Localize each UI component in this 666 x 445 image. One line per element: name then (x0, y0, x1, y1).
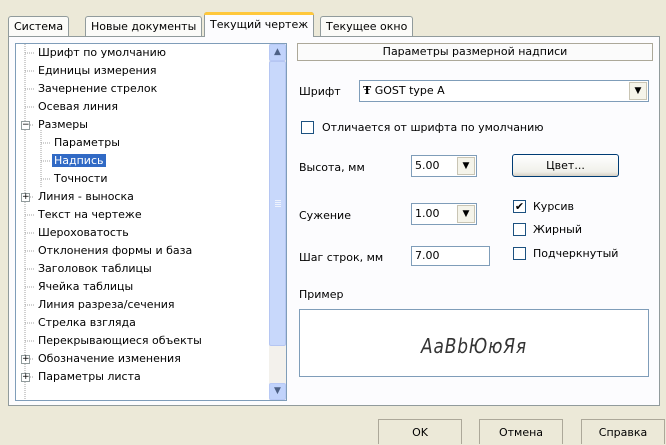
differs-label: Отличается от шрифта по умолчанию (322, 121, 544, 134)
tree-item-label: Перекрывающиеся объекты (38, 334, 202, 347)
line-step-label: Шаг строк, мм (299, 251, 384, 264)
tab-current-drawing[interactable]: Текущий чертеж (204, 12, 315, 37)
tab-new-documents[interactable]: Новые документы (85, 16, 203, 36)
grip-line (275, 204, 281, 205)
sample-label: Пример (299, 288, 344, 301)
tab-current-window[interactable]: Текущее окно (320, 16, 414, 36)
tree-item[interactable]: Зачернение стрелок (36, 80, 159, 98)
tree-item[interactable]: Перекрывающиеся объекты (36, 332, 204, 350)
tree-item[interactable]: Точности (52, 170, 109, 188)
expand-icon[interactable]: + (21, 355, 30, 364)
tree-item-label: Параметры листа (38, 370, 141, 383)
expand-icon[interactable]: + (21, 373, 30, 382)
tree-item[interactable]: Параметры листа (36, 368, 143, 386)
grip-line (275, 206, 281, 207)
tree-item-label: Единицы измерения (38, 64, 157, 77)
tab-panel: Шрифт по умолчанию Единицы измерения Зач… (8, 36, 660, 406)
tree-item[interactable]: Обозначение изменения (36, 350, 183, 368)
tree-item-label: Размеры (38, 118, 88, 131)
scroll-up-icon[interactable]: ▲ (269, 44, 286, 61)
grip-line (275, 202, 281, 203)
tree-item[interactable]: Шероховатость (36, 224, 131, 242)
chevron-down-icon[interactable]: ▼ (457, 157, 475, 175)
tree-item-label: Заголовок таблицы (38, 262, 152, 275)
tree-item[interactable]: Размеры (36, 116, 90, 134)
settings-tree[interactable]: Шрифт по умолчанию Единицы измерения Зач… (15, 43, 287, 401)
italic-checkbox[interactable]: ✔ (513, 200, 526, 213)
scroll-down-icon[interactable]: ▼ (269, 383, 286, 400)
truetype-font-icon: Ŧ (363, 84, 372, 97)
tab-system[interactable]: Система (8, 16, 70, 36)
color-button[interactable]: Цвет... (512, 154, 619, 177)
underline-checkbox[interactable] (513, 247, 526, 260)
narrowing-select-value: 1.00 (415, 207, 440, 220)
tree-item-selected[interactable]: Надпись (52, 152, 106, 170)
tree-item-label: Отклонения формы и база (38, 244, 193, 257)
help-button[interactable]: Справка (581, 419, 665, 444)
tree-item[interactable]: Осевая линия (36, 98, 120, 116)
height-select-value: 5.00 (415, 159, 440, 172)
tree-item[interactable]: Стрелка взгляда (36, 314, 138, 332)
tree-item[interactable]: Шрифт по умолчанию (36, 44, 168, 62)
tree-item-label: Стрелка взгляда (38, 316, 136, 329)
tree-item[interactable]: Заголовок таблицы (36, 260, 154, 278)
grip-line (275, 200, 281, 201)
tree-item[interactable]: Отклонения формы и база (36, 242, 194, 260)
font-select-text: GOST type A (374, 84, 445, 97)
tree-item-label: Ячейка таблицы (38, 280, 134, 293)
sample-text: АаВbЮюЯя (420, 334, 528, 358)
tree-item-label: Точности (54, 172, 108, 185)
chevron-down-icon[interactable]: ▼ (629, 82, 647, 100)
font-select[interactable]: Ŧ GOST type A ▼ (359, 80, 649, 102)
tree-item-label: Шрифт по умолчанию (38, 46, 167, 59)
tree-item[interactable]: Линия - выноска (36, 188, 136, 206)
font-label: Шрифт (299, 85, 341, 98)
line-step-input[interactable]: 7.00 (411, 246, 490, 266)
chevron-down-icon[interactable]: ▼ (457, 205, 475, 223)
differs-checkbox[interactable] (301, 121, 314, 134)
tree-item-label: Текст на чертеже (38, 208, 142, 221)
tree-item-label: Зачернение стрелок (38, 82, 158, 95)
narrowing-select[interactable]: 1.00 ▼ (411, 203, 477, 225)
tree-item-label: Осевая линия (38, 100, 118, 113)
tree-item-label: Обозначение изменения (38, 352, 181, 365)
cancel-button[interactable]: Отмена (479, 419, 563, 444)
font-select-value: Ŧ GOST type A (363, 84, 445, 97)
narrowing-label: Сужение (299, 209, 351, 222)
tree-item[interactable]: Текст на чертеже (36, 206, 144, 224)
ok-button[interactable]: OK (378, 419, 462, 444)
tree-item[interactable]: Ячейка таблицы (36, 278, 135, 296)
section-header: Параметры размерной надписи (297, 43, 653, 61)
tree-item[interactable]: Единицы измерения (36, 62, 159, 80)
tree-item-label: Параметры (54, 136, 120, 149)
expand-icon[interactable]: + (21, 193, 30, 202)
bold-checkbox[interactable] (513, 223, 526, 236)
tree-scrollbar[interactable]: ▲ ▼ (269, 44, 286, 400)
tree-item-label: Линия - выноска (38, 190, 134, 203)
tree-item-label: Линия разреза/сечения (38, 298, 175, 311)
italic-label: Курсив (533, 200, 574, 213)
tree-item[interactable]: Линия разреза/сечения (36, 296, 177, 314)
tree-item-label: Надпись (52, 154, 106, 167)
tree-item-label: Шероховатость (38, 226, 129, 239)
underline-label: Подчеркнутый (533, 247, 619, 260)
scroll-thumb[interactable] (269, 61, 286, 346)
sample-preview: АаВbЮюЯя (299, 309, 649, 377)
height-label: Высота, мм (299, 161, 365, 174)
bold-label: Жирный (533, 223, 583, 236)
height-select[interactable]: 5.00 ▼ (411, 155, 477, 177)
collapse-icon[interactable]: − (21, 121, 30, 130)
tree-item[interactable]: Параметры (52, 134, 122, 152)
